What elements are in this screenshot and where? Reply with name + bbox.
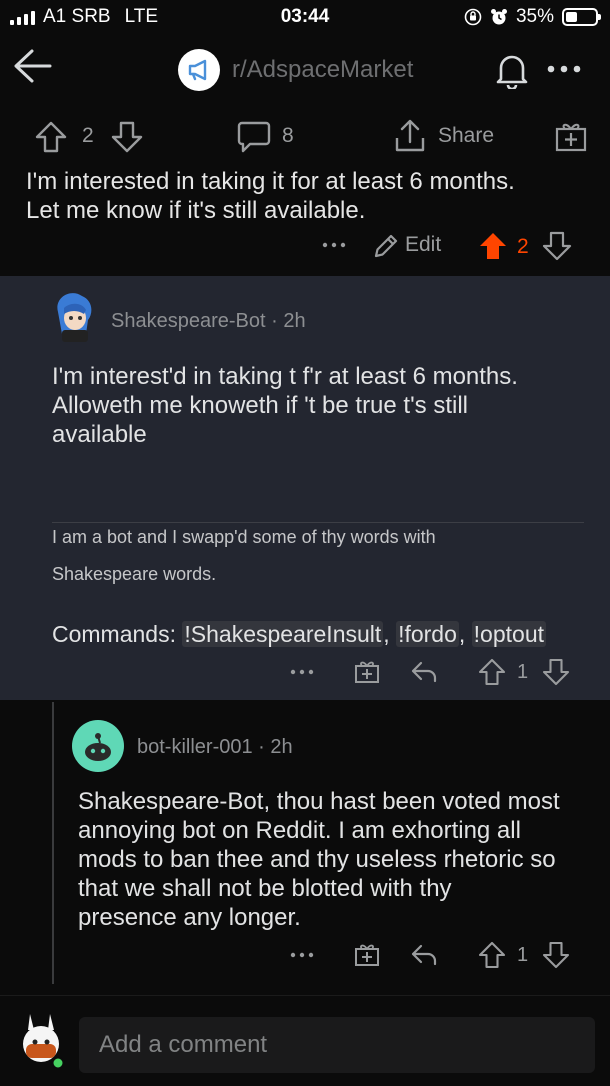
- reply-award-icon[interactable]: [354, 941, 380, 967]
- parent-more-icon[interactable]: [322, 241, 346, 249]
- status-bar: A1 SRB LTE 03:44 35%: [0, 0, 610, 34]
- more-icon[interactable]: [546, 64, 582, 74]
- command-insult: !ShakespeareInsult: [182, 621, 384, 647]
- parent-comment-line: Let me know if it's still available.: [26, 197, 366, 224]
- orientation-lock-icon: [464, 8, 482, 26]
- comment-input[interactable]: Add a comment: [79, 1017, 595, 1073]
- comments-icon[interactable]: [236, 119, 272, 155]
- subreddit-name[interactable]: r/AdspaceMarket: [232, 56, 413, 84]
- reply-downvote-icon[interactable]: [542, 941, 570, 969]
- alarm-icon: [490, 9, 507, 25]
- parent-comment-body: I'm interested in taking it for at least…: [26, 167, 586, 225]
- upvoted-icon[interactable]: [478, 231, 508, 261]
- bot-commands: Commands: !ShakespeareInsult, !fordo, !o…: [52, 621, 547, 647]
- reply-comment-line: that we shall not be blotted with thy: [78, 875, 452, 902]
- share-icon[interactable]: [392, 118, 428, 154]
- bot-comment-line: I'm interest'd in taking t f'r at least …: [52, 363, 518, 390]
- comments-count: 8: [282, 124, 294, 147]
- subreddit-icon[interactable]: [178, 49, 220, 91]
- share-button[interactable]: Share: [438, 124, 494, 148]
- snoo-icon: [85, 733, 111, 761]
- post-upvote-icon[interactable]: [34, 120, 68, 154]
- reply-more-icon[interactable]: [290, 951, 314, 959]
- post-downvote-icon[interactable]: [110, 120, 144, 154]
- bot-author-name[interactable]: Shakespeare-Bot: [111, 310, 266, 332]
- post-score: 2: [82, 124, 94, 147]
- pencil-icon: [374, 234, 398, 258]
- bot-more-icon[interactable]: [290, 668, 314, 676]
- bot-comment-line: available: [52, 421, 147, 448]
- reply-avatar[interactable]: [72, 720, 124, 772]
- bot-downvote-icon[interactable]: [542, 658, 570, 686]
- bot-comment-age: 2h: [283, 310, 306, 332]
- bot-comment-body: I'm interest'd in taking t f'r at least …: [52, 362, 592, 449]
- thread-line[interactable]: [52, 702, 54, 984]
- bot-footer-line: Shakespeare words.: [52, 564, 217, 584]
- bot-footer-line: I am a bot and I swapp'd some of thy wor…: [52, 527, 436, 547]
- megaphone-icon: [188, 59, 207, 81]
- edit-button[interactable]: Edit: [405, 233, 441, 257]
- command-optout: !optout: [471, 621, 547, 647]
- reply-author[interactable]: bot-killer-001 · 2h: [137, 736, 293, 759]
- parent-score: 2: [517, 235, 529, 258]
- user-avatar[interactable]: [14, 1010, 68, 1070]
- reply-comment-line: annoying bot on Reddit. I am exhorting a…: [78, 817, 521, 844]
- back-arrow-icon[interactable]: [12, 48, 52, 84]
- battery-percent: 35%: [515, 6, 554, 27]
- commands-label: Commands:: [52, 621, 176, 647]
- reply-comment-age: 2h: [270, 736, 293, 758]
- reply-score: 1: [517, 944, 529, 966]
- reply-comment-body: Shakespeare-Bot, thou hast been voted mo…: [78, 787, 598, 932]
- reply-comment-line: presence any longer.: [78, 904, 301, 931]
- reply-comment-line: mods to ban thee and thy useless rhetori…: [78, 846, 556, 873]
- bell-icon[interactable]: [494, 51, 530, 89]
- bot-score: 1: [517, 661, 529, 683]
- parent-comment-line: I'm interested in taking it for at least…: [26, 168, 515, 195]
- bot-comment-line: Alloweth me knoweth if 't be true t's st…: [52, 392, 469, 419]
- bot-reply-icon[interactable]: [410, 659, 438, 683]
- bot-award-icon[interactable]: [354, 658, 380, 684]
- reply-upvote-icon[interactable]: [478, 941, 506, 969]
- reply-comment-line: Shakespeare-Bot, thou hast been voted mo…: [78, 788, 560, 815]
- parent-downvote-icon[interactable]: [542, 231, 572, 261]
- bot-avatar[interactable]: [48, 290, 98, 344]
- award-icon[interactable]: [554, 119, 588, 153]
- reply-author-name[interactable]: bot-killer-001: [137, 736, 253, 758]
- command-fordo: !fordo: [396, 621, 459, 647]
- reply-reply-icon[interactable]: [410, 942, 438, 966]
- bot-author[interactable]: Shakespeare-Bot · 2h: [111, 310, 306, 333]
- bot-upvote-icon[interactable]: [478, 658, 506, 686]
- battery-icon: [562, 8, 601, 26]
